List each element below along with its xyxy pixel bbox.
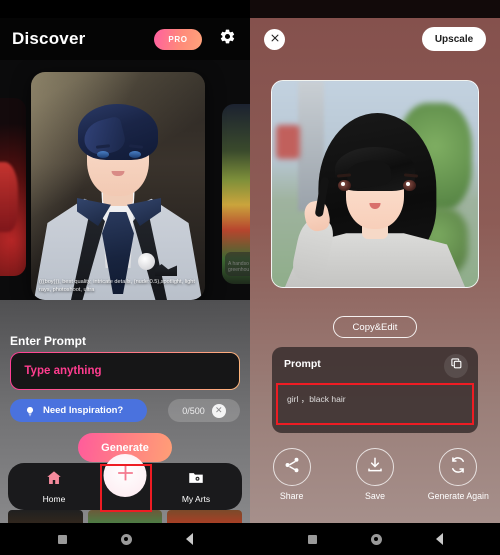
carousel-next-caption: A handso greenhou <box>228 260 250 273</box>
folder-icon <box>187 469 205 492</box>
generate-again-action[interactable]: Generate Again <box>427 448 489 502</box>
save-label: Save <box>364 491 386 501</box>
plus-icon <box>114 462 136 489</box>
prompt-input[interactable]: Type anything <box>10 352 240 390</box>
upscale-button-label: Upscale <box>434 33 474 45</box>
generate-again-label: Generate Again <box>427 491 489 501</box>
square-icon[interactable] <box>307 534 317 544</box>
prompt-input-placeholder: Type anything <box>24 365 102 377</box>
discover-screen: Discover PRO A handso greenhou (((boy)))… <box>0 0 250 555</box>
discover-header: Discover PRO <box>0 18 250 60</box>
close-icon <box>270 30 280 48</box>
save-action[interactable]: Save <box>344 448 406 502</box>
need-inspiration-label: Need Inspiration? <box>43 405 124 416</box>
enter-prompt-label: Enter Prompt <box>10 334 87 348</box>
create-button[interactable] <box>103 454 147 497</box>
generate-again-button[interactable] <box>439 448 478 486</box>
result-header: Upscale <box>250 22 500 56</box>
artwork-rose <box>138 253 155 270</box>
character-counter: 0/500 ✕ <box>168 399 240 422</box>
circle-icon[interactable] <box>370 533 382 545</box>
artwork-eye-right <box>129 151 141 158</box>
pro-badge-label: PRO <box>168 34 188 44</box>
discover-carousel[interactable]: A handso greenhou (((boy))), best qualit… <box>0 60 250 300</box>
copy-icon <box>450 357 463 375</box>
carousel-card-previous[interactable] <box>0 98 26 276</box>
carousel-card-active[interactable]: (((boy))), best quality, intricate detai… <box>31 72 205 300</box>
download-icon <box>366 456 384 479</box>
subject-eye-right <box>403 180 416 191</box>
close-circle-icon[interactable]: ✕ <box>211 403 226 418</box>
chevron-left-icon[interactable] <box>435 533 443 545</box>
artwork-hair <box>78 104 158 160</box>
square-icon[interactable] <box>57 534 67 544</box>
prompt-card-label: Prompt <box>284 358 321 370</box>
share-label: Share <box>279 491 304 501</box>
prompt-value-text: girl ，black hair <box>287 394 346 404</box>
share-action[interactable]: Share <box>261 448 323 502</box>
copy-edit-label: Copy&Edit <box>352 321 398 333</box>
copy-prompt-button[interactable] <box>444 354 468 378</box>
refresh-icon <box>449 456 467 479</box>
copy-edit-button[interactable]: Copy&Edit <box>333 316 417 338</box>
artwork-eye-left <box>97 151 109 158</box>
home-icon <box>45 469 63 492</box>
generated-image[interactable] <box>271 80 479 288</box>
carousel-active-caption: (((boy))), best quality, intricate detai… <box>39 278 195 293</box>
tab-my-arts[interactable]: My Arts <box>170 469 222 504</box>
close-button[interactable] <box>264 28 285 50</box>
share-icon <box>283 456 301 479</box>
gear-icon <box>219 28 236 50</box>
prompt-value-field[interactable]: girl ，black hair <box>281 383 469 425</box>
screenshot-root: Discover PRO A handso greenhou (((boy)))… <box>0 0 500 555</box>
subject-eye-left <box>338 180 351 191</box>
lightbulb-icon <box>24 405 36 417</box>
chevron-left-icon[interactable] <box>185 533 193 545</box>
prompt-card: Prompt girl ，black hair <box>272 347 478 433</box>
system-navigation-bar-left <box>0 523 250 555</box>
share-button[interactable] <box>272 448 311 486</box>
tab-home[interactable]: Home <box>28 469 80 504</box>
tab-my-arts-label: My Arts <box>181 494 211 504</box>
page-title: Discover <box>12 29 86 48</box>
circle-icon[interactable] <box>120 533 132 545</box>
upscale-button[interactable]: Upscale <box>422 27 486 51</box>
save-button[interactable] <box>355 448 394 486</box>
pro-badge[interactable]: PRO <box>154 28 202 50</box>
result-screen: Upscale Copy&Edit Prompt girl ，black hai… <box>250 0 500 555</box>
status-bar-right <box>250 0 500 18</box>
image-background-sign <box>276 125 300 159</box>
generate-button-label: Generate <box>101 441 149 454</box>
carousel-card-next[interactable]: A handso greenhou <box>222 104 250 284</box>
settings-button[interactable] <box>216 28 238 50</box>
need-inspiration-button[interactable]: Need Inspiration? <box>10 399 147 422</box>
system-navigation-bar-right <box>250 523 500 555</box>
status-bar-left <box>0 0 250 18</box>
prompt-sheet: Enter Prompt Type anything Need Inspirat… <box>0 300 250 555</box>
result-actions: Share Save Generate Again <box>250 448 500 502</box>
tab-home-label: Home <box>42 494 66 504</box>
character-counter-text: 0/500 <box>182 405 205 416</box>
